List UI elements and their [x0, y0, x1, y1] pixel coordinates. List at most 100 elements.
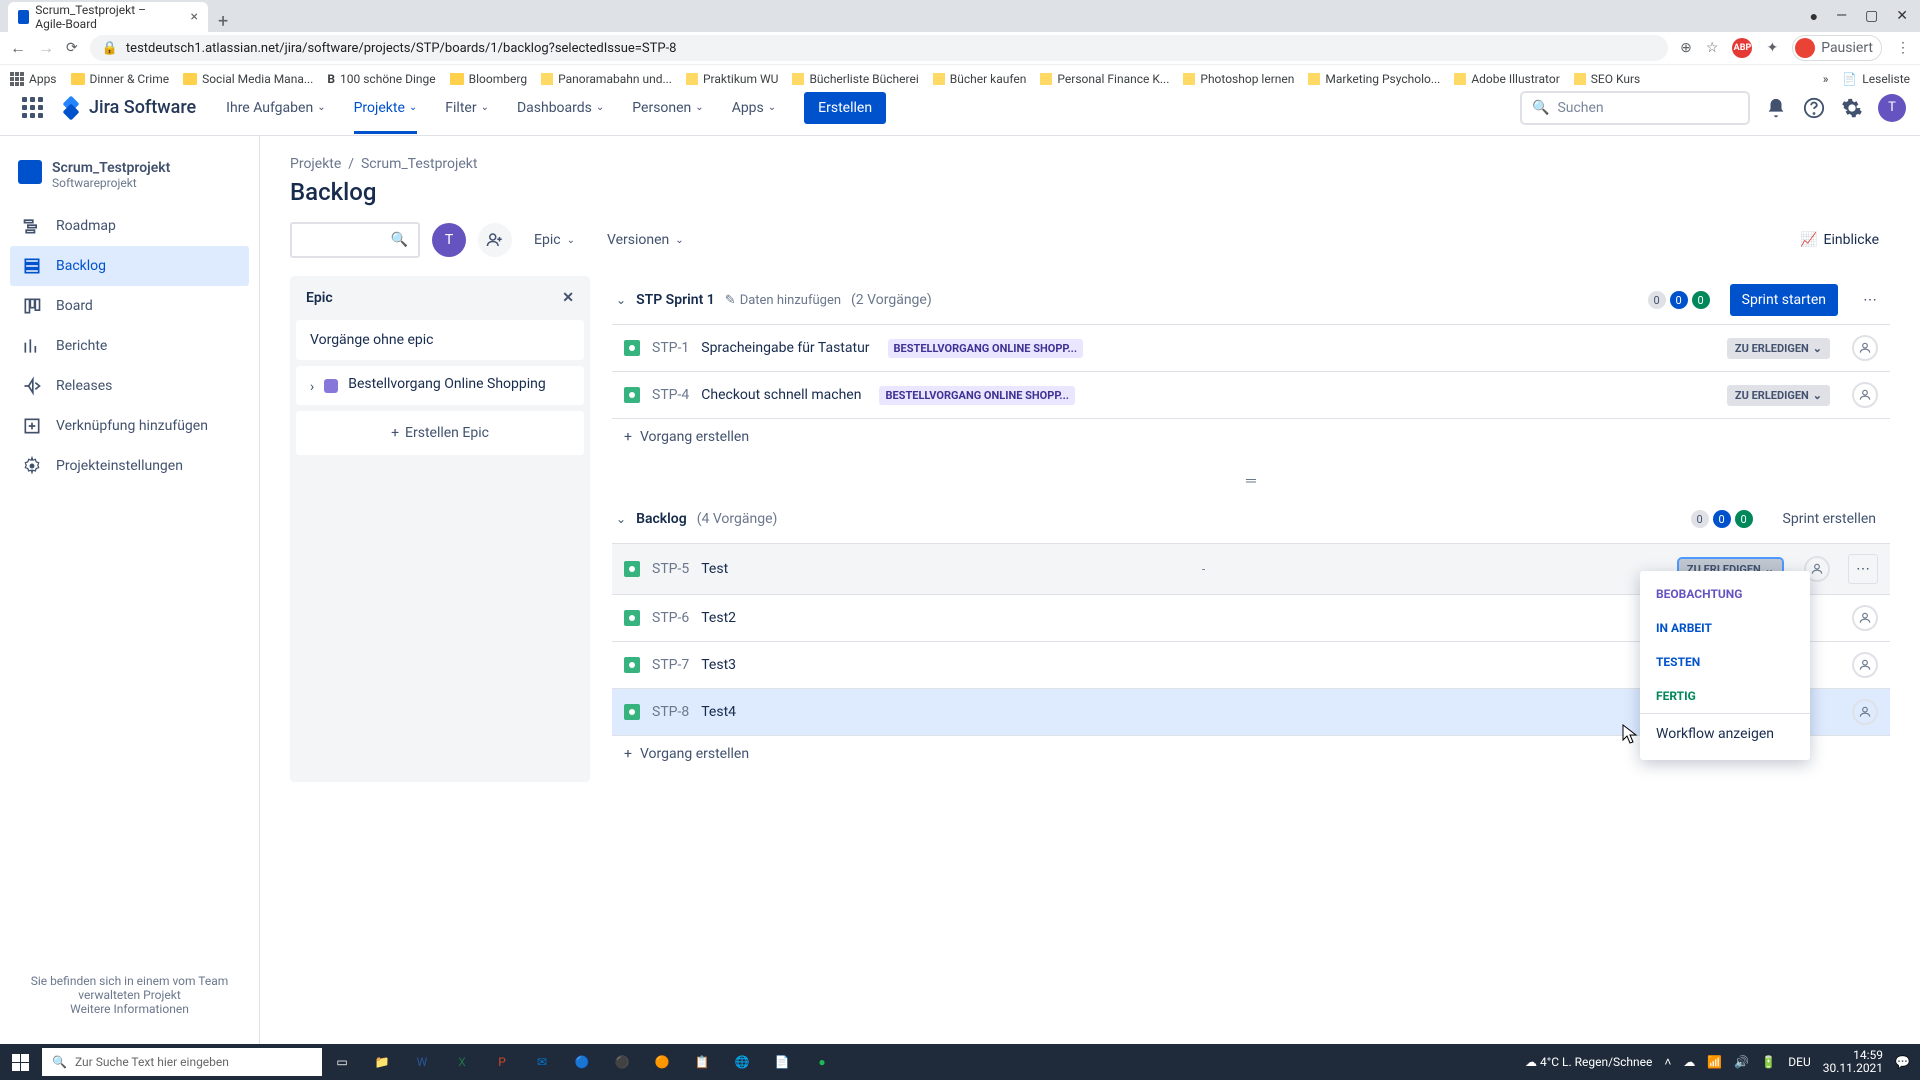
collapse-icon[interactable]: ⌄: [616, 293, 626, 307]
sidebar-item-releases[interactable]: Releases: [10, 366, 249, 406]
start-sprint-button[interactable]: Sprint starten: [1730, 284, 1838, 316]
add-user-button[interactable]: [478, 223, 512, 257]
breadcrumb-project[interactable]: Scrum_Testprojekt: [361, 156, 478, 172]
address-bar[interactable]: 🔒 testdeutsch1.atlassian.net/jira/softwa…: [90, 35, 1668, 61]
reload-icon[interactable]: ⟳: [66, 40, 78, 56]
language-indicator[interactable]: DEU: [1788, 1055, 1810, 1069]
help-icon[interactable]: [1802, 96, 1826, 120]
create-button[interactable]: Erstellen: [804, 92, 886, 124]
bookmark-readlist[interactable]: 📄Leseliste: [1842, 72, 1910, 86]
issue-row[interactable]: STP-1 Spracheingabe für Tastatur BESTELL…: [612, 324, 1890, 371]
profile-badge[interactable]: Pausiert: [1792, 35, 1882, 61]
volume-icon[interactable]: 🔊: [1734, 1055, 1749, 1069]
epic-panel-close-icon[interactable]: ✕: [562, 290, 574, 306]
task-view-icon[interactable]: ▭: [322, 1044, 362, 1080]
status-option-fertig[interactable]: FERTIG: [1640, 679, 1810, 713]
bookmark-item[interactable]: Adobe Illustrator: [1454, 72, 1559, 86]
chrome-account-icon[interactable]: ●: [1810, 8, 1818, 25]
back-icon[interactable]: ←: [10, 38, 26, 58]
nav-your-tasks[interactable]: Ihre Aufgaben⌄: [216, 82, 335, 134]
assignee-empty-icon[interactable]: [1852, 382, 1878, 408]
status-dropdown[interactable]: ZU ERLEDIGEN⌄: [1727, 385, 1830, 406]
chrome-icon[interactable]: 🔵: [562, 1044, 602, 1080]
sidebar-item-settings[interactable]: Projekteinstellungen: [10, 446, 249, 486]
app-icon[interactable]: 🟠: [642, 1044, 682, 1080]
nav-apps[interactable]: Apps⌄: [722, 82, 786, 134]
sidebar-item-reports[interactable]: Berichte: [10, 326, 249, 366]
epic-tag[interactable]: BESTELLVORGANG ONLINE SHOPP...: [888, 339, 1084, 358]
powerpoint-icon[interactable]: P: [482, 1044, 522, 1080]
status-workflow-link[interactable]: Workflow anzeigen: [1640, 713, 1810, 754]
app-icon[interactable]: 📋: [682, 1044, 722, 1080]
bookmark-item[interactable]: Photoshop lernen: [1183, 72, 1294, 86]
favorite-icon[interactable]: ☆: [1706, 40, 1719, 56]
assignee-empty-icon[interactable]: [1852, 699, 1878, 725]
battery-icon[interactable]: 🔋: [1761, 1055, 1776, 1069]
sidebar-item-roadmap[interactable]: Roadmap: [10, 206, 249, 246]
browser-tab[interactable]: Scrum_Testprojekt – Agile-Board ×: [8, 2, 208, 32]
project-header[interactable]: Scrum_Testprojekt Softwareprojekt: [10, 154, 249, 206]
nav-filters[interactable]: Filter⌄: [435, 82, 499, 134]
notifications-tray-icon[interactable]: 💬: [1895, 1055, 1910, 1069]
sprint-more-button[interactable]: ⋯: [1854, 284, 1886, 316]
weather-widget[interactable]: ☁ 4°C L. Regen/Schnee: [1525, 1055, 1652, 1069]
bookmark-item[interactable]: Marketing Psycholo...: [1308, 72, 1440, 86]
versions-filter[interactable]: Versionen⌄: [597, 224, 694, 256]
taskbar-search[interactable]: 🔍Zur Suche Text hier eingeben: [42, 1048, 322, 1076]
user-avatar[interactable]: T: [1878, 94, 1906, 122]
status-option-testen[interactable]: TESTEN: [1640, 645, 1810, 679]
obs-icon[interactable]: ⚫: [602, 1044, 642, 1080]
wifi-icon[interactable]: 📶: [1707, 1055, 1722, 1069]
epic-create-button[interactable]: +Erstellen Epic: [296, 411, 584, 455]
bookmark-item[interactable]: Dinner & Crime: [71, 72, 170, 86]
status-option-beobachtung[interactable]: BEOBACHTUNG: [1640, 577, 1810, 611]
bookmark-item[interactable]: SEO Kurs: [1574, 72, 1640, 86]
abp-icon[interactable]: ABP: [1732, 38, 1752, 58]
new-tab-button[interactable]: +: [208, 11, 238, 32]
backlog-search-input[interactable]: 🔍: [290, 222, 420, 258]
sidebar-item-link[interactable]: Verknüpfung hinzufügen: [10, 406, 249, 446]
settings-icon[interactable]: [1840, 96, 1864, 120]
nav-people[interactable]: Personen⌄: [622, 82, 713, 134]
create-issue-button[interactable]: +Vorgang erstellen: [612, 418, 1890, 455]
search-input[interactable]: 🔍 Suchen: [1520, 91, 1750, 125]
status-dropdown[interactable]: ZU ERLEDIGEN⌄: [1727, 338, 1830, 359]
tab-close-icon[interactable]: ×: [191, 9, 198, 25]
onedrive-icon[interactable]: ☁: [1683, 1055, 1695, 1069]
zoom-icon[interactable]: ⊕: [1680, 40, 1692, 56]
epic-no-epic[interactable]: Vorgänge ohne epic: [296, 320, 584, 360]
nav-projects[interactable]: Projekte⌄: [344, 82, 428, 134]
resize-handle[interactable]: ═: [612, 465, 1890, 495]
app-icon[interactable]: 📄: [762, 1044, 802, 1080]
status-option-in-arbeit[interactable]: IN ARBEIT: [1640, 611, 1810, 645]
notifications-icon[interactable]: [1764, 96, 1788, 120]
bookmark-apps[interactable]: Apps: [10, 72, 57, 86]
extensions-icon[interactable]: ✦: [1766, 40, 1778, 56]
epic-filter[interactable]: Epic⌄: [524, 224, 585, 256]
app-switcher-icon[interactable]: [14, 89, 51, 126]
add-dates-button[interactable]: ✎Daten hinzufügen: [725, 293, 841, 308]
footer-link[interactable]: Weitere Informationen: [70, 1002, 189, 1016]
assignee-empty-icon[interactable]: [1852, 605, 1878, 631]
collapse-icon[interactable]: ⌄: [616, 512, 626, 526]
insights-button[interactable]: 📈Einblicke: [1789, 225, 1890, 255]
issue-more-button[interactable]: ⋯: [1848, 554, 1878, 584]
close-icon[interactable]: ✕: [1896, 8, 1908, 24]
spotify-icon[interactable]: ●: [802, 1044, 842, 1080]
bookmark-more[interactable]: »: [1823, 72, 1829, 86]
minimize-icon[interactable]: —: [1836, 8, 1847, 24]
tray-chevron-icon[interactable]: ˄: [1664, 1055, 1671, 1069]
create-sprint-button[interactable]: Sprint erstellen: [1773, 503, 1886, 535]
breadcrumb-projects[interactable]: Projekte: [290, 156, 341, 172]
assignee-empty-icon[interactable]: [1852, 652, 1878, 678]
assignee-empty-icon[interactable]: [1852, 335, 1878, 361]
epic-item[interactable]: › Bestellvorgang Online Shopping: [296, 366, 584, 405]
jira-logo[interactable]: Jira Software: [59, 96, 196, 120]
chrome-menu-icon[interactable]: ⋮: [1896, 40, 1910, 56]
mail-icon[interactable]: ✉: [522, 1044, 562, 1080]
nav-dashboards[interactable]: Dashboards⌄: [507, 82, 614, 134]
excel-icon[interactable]: X: [442, 1044, 482, 1080]
issue-row[interactable]: STP-4 Checkout schnell machen BESTELLVOR…: [612, 371, 1890, 418]
bookmark-item[interactable]: Bücherliste Bücherei: [792, 72, 918, 86]
sidebar-item-board[interactable]: Board: [10, 286, 249, 326]
